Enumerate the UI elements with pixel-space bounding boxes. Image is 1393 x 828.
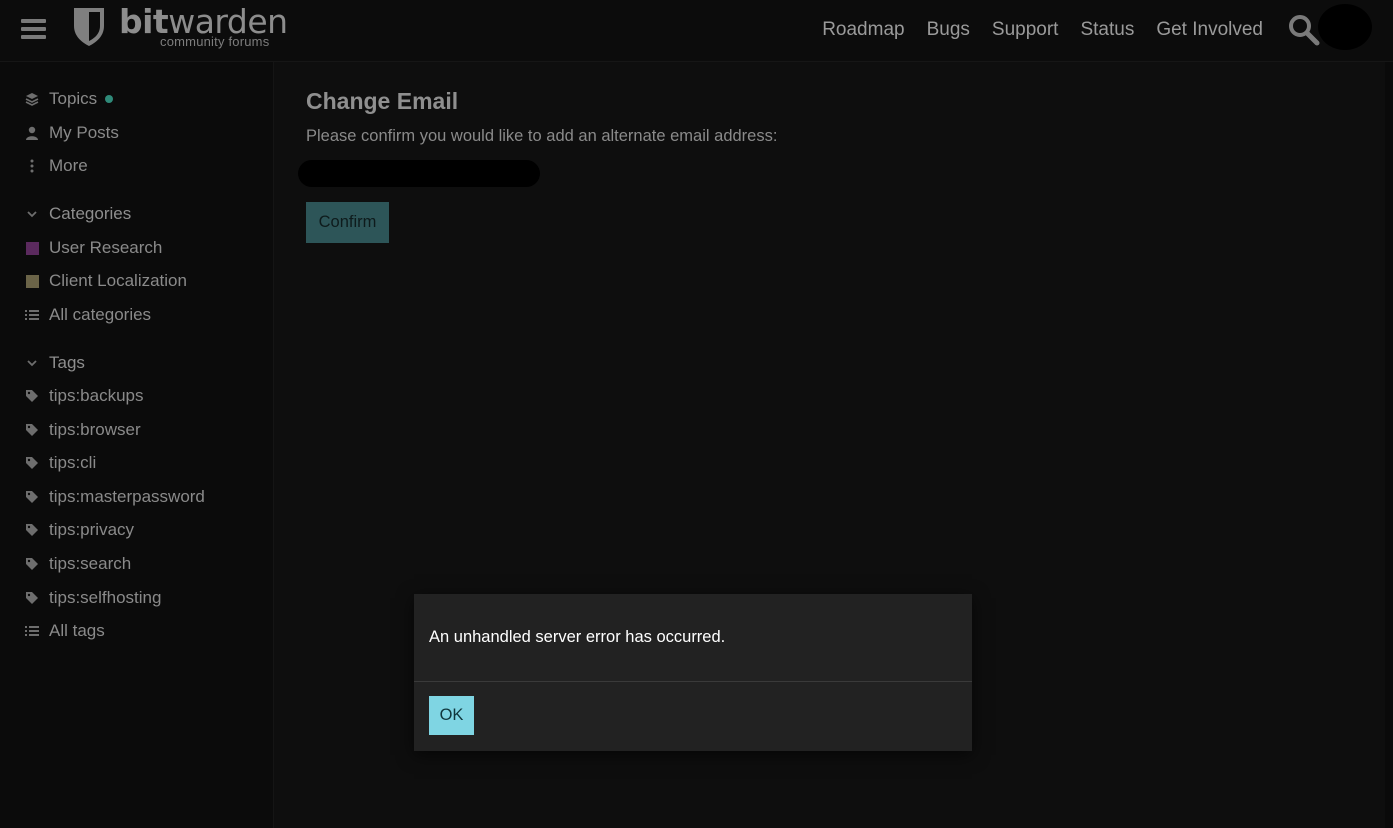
nav-roadmap-link[interactable]: Roadmap bbox=[822, 18, 904, 42]
user-icon bbox=[24, 125, 40, 141]
sidebar-item-label: tips:privacy bbox=[49, 520, 135, 539]
tag-icon bbox=[24, 556, 40, 572]
category-color-square bbox=[24, 273, 40, 289]
nav-status-link[interactable]: Status bbox=[1080, 18, 1134, 42]
sidebar-item-label: Topics bbox=[49, 89, 98, 108]
sidebar-tag-item[interactable]: tips:selfhosting bbox=[24, 586, 161, 610]
nav-bugs-link[interactable]: Bugs bbox=[927, 18, 970, 42]
sidebar-tag-item[interactable]: tips:masterpassword bbox=[24, 485, 205, 509]
sidebar-item-label: More bbox=[49, 156, 88, 175]
sidebar-item-label: tips:selfhosting bbox=[49, 588, 162, 607]
user-avatar[interactable] bbox=[1318, 4, 1372, 50]
ok-button[interactable]: OK bbox=[429, 696, 474, 735]
tag-icon bbox=[24, 522, 40, 538]
sidebar-item-label: tips:backups bbox=[49, 386, 144, 405]
bitwarden-shield-icon[interactable] bbox=[72, 6, 106, 48]
sidebar-item-label: tips:search bbox=[49, 554, 132, 573]
new-topics-dot bbox=[105, 95, 114, 103]
tag-icon bbox=[24, 422, 40, 438]
page-description: Please confirm you would like to add an … bbox=[306, 127, 778, 145]
sidebar-item-label: Client Localization bbox=[49, 271, 187, 290]
sidebar-tag-item[interactable]: tips:search bbox=[24, 552, 131, 576]
sidebar-tag-item[interactable]: tips:backups bbox=[24, 384, 144, 408]
redacted-email-address bbox=[298, 160, 540, 187]
list-icon bbox=[24, 623, 40, 639]
page-title: Change Email bbox=[306, 88, 459, 114]
top-nav: Roadmap Bugs Support Status Get Involved bbox=[822, 18, 1263, 42]
vertical-ellipsis-icon bbox=[24, 158, 40, 174]
sidebar-item-user-research[interactable]: User Research bbox=[24, 236, 162, 260]
sidebar-item-all-categories[interactable]: All categories bbox=[24, 303, 151, 327]
confirm-button[interactable]: Confirm bbox=[306, 202, 389, 243]
logo-subtitle: community forums bbox=[160, 34, 270, 49]
sidebar-item-all-tags[interactable]: All tags bbox=[24, 619, 105, 643]
search-icon[interactable] bbox=[1287, 13, 1321, 47]
site-header: bitwarden community forums Roadmap Bugs … bbox=[0, 0, 1393, 62]
hamburger-menu-icon[interactable] bbox=[19, 16, 49, 42]
layers-icon bbox=[24, 91, 40, 107]
error-dialog: An unhandled server error has occurred. … bbox=[414, 594, 972, 751]
sidebar-section-categories[interactable]: Categories bbox=[24, 202, 131, 226]
sidebar-item-label: My Posts bbox=[49, 123, 119, 142]
chevron-down-icon bbox=[24, 359, 40, 367]
sidebar-item-my-posts[interactable]: My Posts bbox=[24, 121, 119, 145]
sidebar-item-topics[interactable]: Topics bbox=[24, 87, 114, 111]
sidebar-item-label: tips:browser bbox=[49, 420, 141, 439]
sidebar-item-client-localization[interactable]: Client Localization bbox=[24, 269, 187, 293]
sidebar-item-label: All categories bbox=[49, 305, 152, 324]
sidebar-item-label: All tags bbox=[49, 621, 105, 640]
tag-icon bbox=[24, 455, 40, 471]
chevron-down-icon bbox=[24, 210, 40, 218]
sidebar-tag-item[interactable]: tips:cli bbox=[24, 451, 96, 475]
tag-icon bbox=[24, 590, 40, 606]
dialog-divider bbox=[414, 681, 972, 682]
page-scrollbar[interactable] bbox=[1385, 62, 1393, 828]
error-message: An unhandled server error has occurred. bbox=[429, 628, 726, 646]
sidebar-item-label: tips:cli bbox=[49, 453, 97, 472]
list-icon bbox=[24, 307, 40, 323]
sidebar-item-label: User Research bbox=[49, 238, 163, 257]
sidebar-tag-item[interactable]: tips:privacy bbox=[24, 518, 134, 542]
sidebar-item-label: tips:masterpassword bbox=[49, 487, 205, 506]
nav-support-link[interactable]: Support bbox=[992, 18, 1059, 42]
nav-get-involved-link[interactable]: Get Involved bbox=[1156, 18, 1263, 42]
category-color-square bbox=[24, 240, 40, 256]
sidebar-section-label: Categories bbox=[49, 204, 132, 223]
sidebar-tag-item[interactable]: tips:browser bbox=[24, 418, 141, 442]
sidebar-section-tags[interactable]: Tags bbox=[24, 351, 85, 375]
sidebar-item-more[interactable]: More bbox=[24, 154, 88, 178]
tag-icon bbox=[24, 489, 40, 505]
tag-icon bbox=[24, 388, 40, 404]
sidebar-section-label: Tags bbox=[49, 353, 85, 372]
